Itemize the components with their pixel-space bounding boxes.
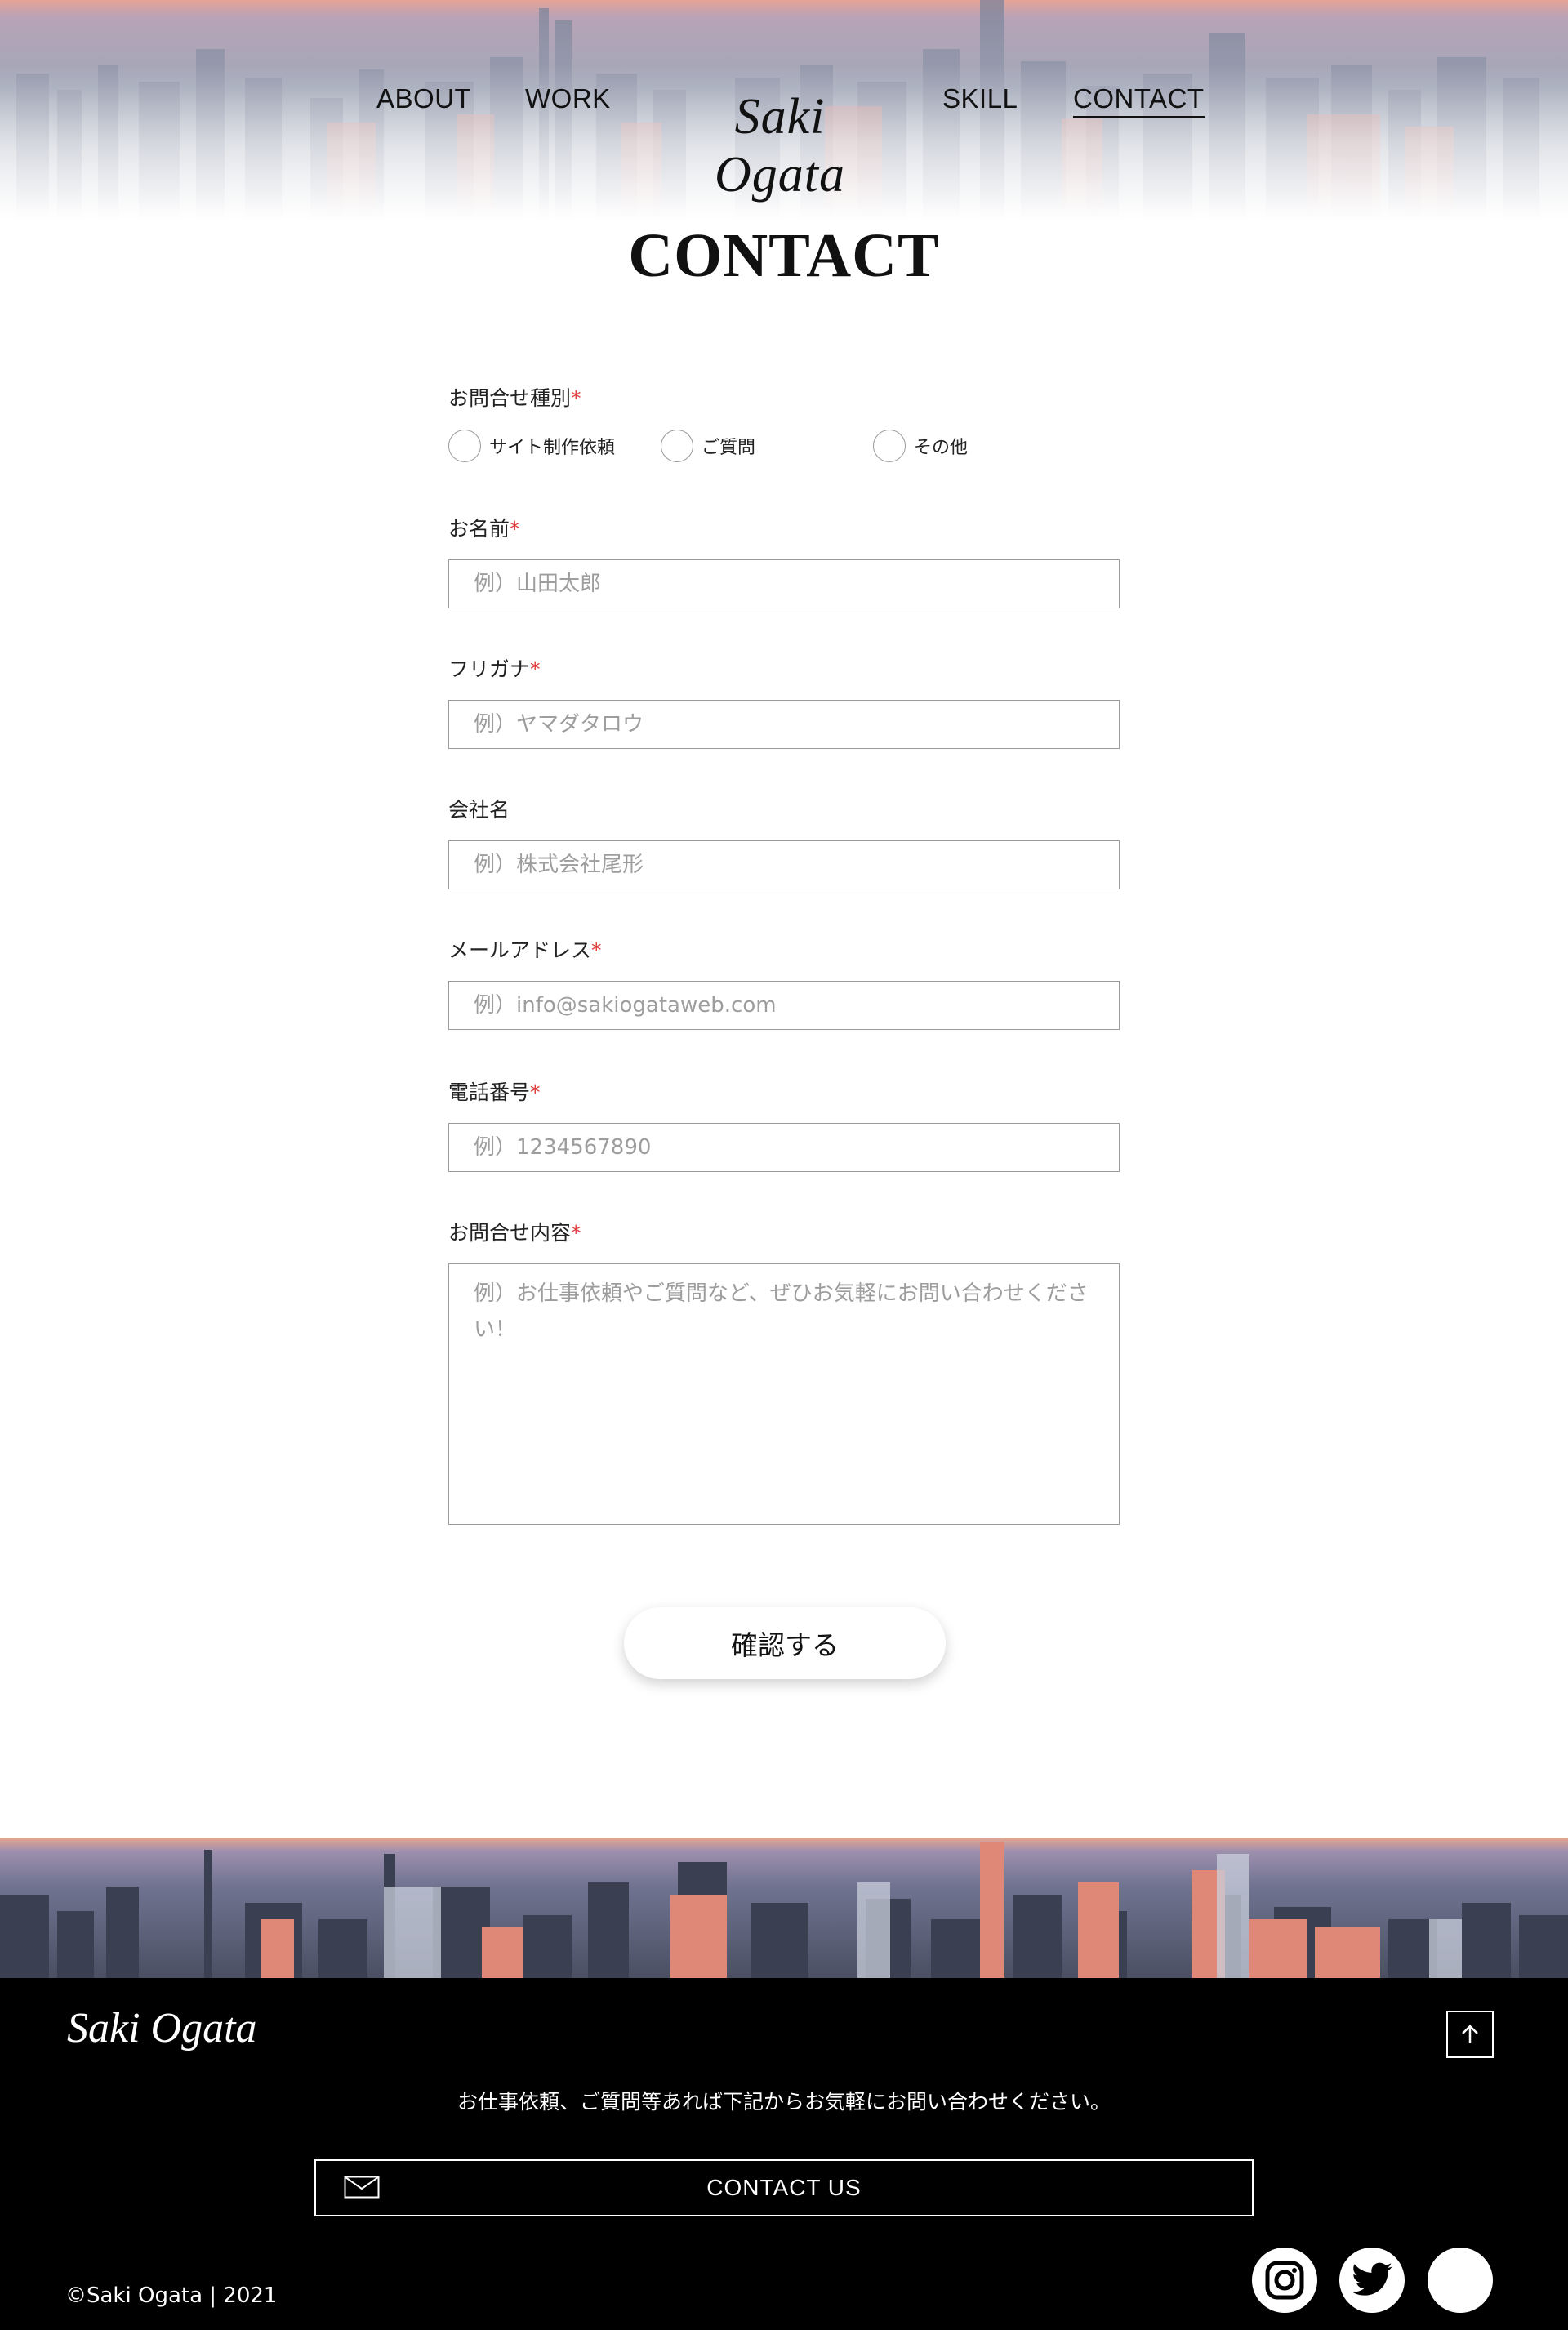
company-label-text: 会社名 (448, 798, 510, 822)
inquiry-type-label: お問合せ種別* (448, 382, 581, 412)
name-label: お名前* (448, 513, 520, 542)
company-label: 会社名 (448, 794, 510, 823)
required-mark: * (571, 1221, 581, 1245)
required-mark: * (591, 938, 602, 962)
radio-other[interactable]: その他 (873, 428, 968, 464)
radio-label: その他 (914, 438, 969, 458)
contact-us-label: CONTACT US (706, 2175, 862, 2200)
nav-link-contact[interactable]: CONTACT (1073, 83, 1205, 118)
footer-message: お仕事依頼、ご質問等あれば下記からお気軽にお問い合わせください。 (457, 2090, 1111, 2114)
name-label-text: お名前 (448, 517, 510, 541)
instagram-link[interactable] (1252, 2248, 1317, 2313)
email-input[interactable] (448, 981, 1120, 1030)
phone-input[interactable] (448, 1123, 1120, 1172)
email-label-text: メールアドレス (448, 938, 592, 962)
footer-logo[interactable]: Saki Ogata (67, 2004, 257, 2052)
twitter-link[interactable] (1339, 2248, 1405, 2313)
furigana-label-text: フリガナ (448, 657, 531, 681)
furigana-label: フリガナ* (448, 653, 541, 683)
required-mark: * (530, 1080, 541, 1104)
message-textarea[interactable] (448, 1263, 1120, 1525)
instagram-icon (1265, 2261, 1304, 2300)
radio-circle[interactable] (448, 430, 481, 462)
email-label: メールアドレス* (448, 934, 602, 964)
site-logo[interactable]: Saki Ogata (666, 88, 894, 204)
required-mark: * (530, 657, 541, 681)
footer-skyline-image (0, 1838, 1568, 1978)
phone-label-text: 電話番号 (448, 1080, 531, 1104)
radio-circle[interactable] (873, 430, 906, 462)
nav-link-skill[interactable]: SKILL (942, 83, 1018, 114)
name-input[interactable] (448, 559, 1120, 608)
message-label: お問合せ内容* (448, 1217, 581, 1246)
footer-city-image (0, 1838, 1568, 1978)
radio-site-production[interactable]: サイト制作依頼 (448, 428, 615, 464)
company-input[interactable] (448, 840, 1120, 889)
inquiry-type-radio-group: サイト制作依頼 ご質問 その他 (448, 428, 1120, 464)
social-link[interactable] (1428, 2248, 1493, 2313)
main-nav: ABOUT WORK Saki Ogata SKILL CONTACT (0, 41, 1568, 203)
furigana-input[interactable] (448, 700, 1120, 749)
inquiry-type-label-text: お問合せ種別 (448, 386, 572, 410)
message-label-text: お問合せ内容 (448, 1221, 572, 1245)
nav-link-work[interactable]: WORK (525, 83, 611, 114)
arrow-up-icon (1462, 2025, 1478, 2043)
phone-label: 電話番号* (448, 1076, 541, 1106)
radio-circle[interactable] (661, 430, 693, 462)
radio-question[interactable]: ご質問 (661, 428, 755, 464)
twitter-icon (1352, 2262, 1392, 2296)
page-title: CONTACT (628, 221, 940, 290)
copyright-text: ©Saki Ogata | 2021 (65, 2283, 278, 2308)
site-footer: Saki Ogata お仕事依頼、ご質問等あれば下記からお気軽にお問い合わせくだ… (0, 1978, 1568, 2330)
confirm-button[interactable]: 確認する (624, 1607, 946, 1679)
back-to-top-button[interactable] (1446, 2011, 1494, 2058)
radio-label: ご質問 (702, 438, 756, 458)
required-mark: * (571, 386, 581, 410)
required-mark: * (510, 517, 520, 541)
contact-us-button[interactable]: CONTACT US (314, 2159, 1254, 2216)
nav-link-about[interactable]: ABOUT (376, 83, 471, 114)
radio-label: サイト制作依頼 (489, 438, 616, 458)
